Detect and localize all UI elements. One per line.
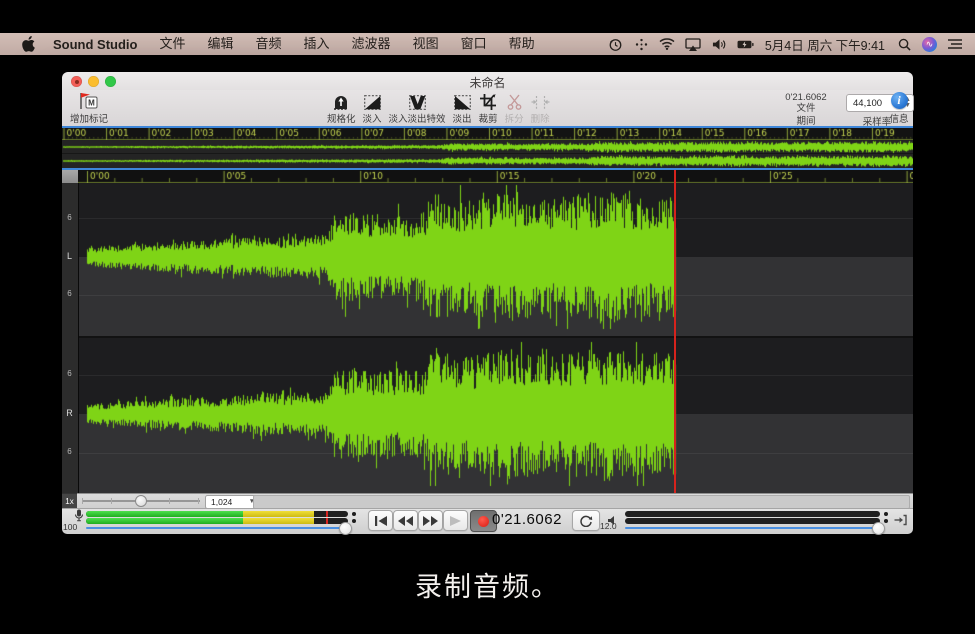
db-label: 6 bbox=[62, 447, 77, 456]
toolbar-button-label: 删除 bbox=[531, 111, 550, 125]
playhead[interactable] bbox=[674, 170, 676, 493]
go-to-end-icon[interactable] bbox=[894, 513, 907, 531]
waveform-editor[interactable] bbox=[78, 183, 913, 493]
input-volume-slider[interactable] bbox=[86, 527, 352, 530]
toolbar-button-label: 淡入淡出特效 bbox=[389, 111, 446, 125]
db-label: 6 bbox=[62, 213, 77, 222]
input-source-icon[interactable] bbox=[633, 36, 650, 52]
peak-led bbox=[352, 519, 356, 523]
output-volume-knob[interactable] bbox=[872, 522, 885, 535]
volume-icon[interactable] bbox=[711, 36, 728, 52]
toolbar-button-label: 规格化 bbox=[327, 111, 356, 125]
output-volume-slider[interactable] bbox=[625, 527, 883, 530]
wifi-icon[interactable] bbox=[659, 36, 676, 52]
overview-bottom-border bbox=[62, 168, 913, 170]
loop-button[interactable] bbox=[572, 510, 600, 531]
svg-text:M: M bbox=[88, 99, 95, 108]
sample-rate-value: 44,100 bbox=[853, 98, 882, 109]
output-level-meter bbox=[625, 511, 880, 517]
siri-icon[interactable]: ∿ bbox=[922, 37, 937, 52]
menu-item-1[interactable]: 编辑 bbox=[197, 33, 245, 55]
toolbar-button-3[interactable]: 淡出 bbox=[453, 91, 472, 125]
duration-field: 0'21.6062 文件 期间 bbox=[770, 92, 842, 127]
desktop: Sound Studio 文件编辑音频插入滤波器视图窗口帮助 5月4日 周六 下 bbox=[0, 0, 975, 634]
battery-charging-icon[interactable] bbox=[737, 36, 754, 52]
info-icon[interactable]: i bbox=[891, 92, 908, 109]
toolbar-button-label: 拆分 bbox=[505, 111, 524, 125]
menu-item-5[interactable]: 视图 bbox=[402, 33, 450, 55]
document-title: 未命名 bbox=[62, 74, 913, 91]
output-level-meter bbox=[625, 518, 880, 524]
input-level-meter bbox=[86, 518, 348, 524]
menu-bar: Sound Studio 文件编辑音频插入滤波器视图窗口帮助 5月4日 周六 下 bbox=[0, 33, 975, 55]
duration-unit: 文件 bbox=[770, 103, 842, 114]
fade-in-icon bbox=[364, 92, 381, 110]
overview-waveform-canvas bbox=[62, 140, 913, 168]
delete-icon bbox=[531, 92, 550, 110]
apple-menu-icon[interactable] bbox=[22, 36, 36, 52]
menu-item-0[interactable]: 文件 bbox=[148, 33, 196, 55]
menu-clock[interactable]: 5月4日 周六 下午9:41 bbox=[763, 35, 887, 54]
menu-item-4[interactable]: 滤波器 bbox=[341, 33, 402, 55]
toolbar-button-2[interactable]: 淡入淡出特效 bbox=[389, 91, 446, 125]
input-gain-value: 100 bbox=[63, 522, 77, 532]
info-field: i 信息 bbox=[884, 91, 914, 125]
peak-led bbox=[352, 512, 356, 516]
toolbar-button-0[interactable]: 规格化 bbox=[327, 91, 356, 125]
amplitude-gutter: 6 L 6 6 R 6 bbox=[62, 183, 79, 493]
add-marker-button[interactable]: M 增加标记 bbox=[70, 91, 108, 125]
overview-ruler-canvas bbox=[62, 127, 913, 140]
resolution-value: 1,024 bbox=[211, 497, 232, 507]
scale-indicator: 1x bbox=[62, 493, 77, 509]
channel-left-label: L bbox=[62, 251, 77, 261]
caption-text: 录制音频。 bbox=[0, 565, 975, 604]
toolbar-button-label: 淡入 bbox=[363, 111, 382, 125]
db-label: 6 bbox=[62, 369, 77, 378]
ruler-corner-cell bbox=[62, 170, 79, 183]
menu-item-3[interactable]: 插入 bbox=[293, 33, 341, 55]
time-ruler-canvas bbox=[78, 170, 913, 183]
toolbar-button-1[interactable]: 淡入 bbox=[363, 91, 382, 125]
overview-top-border bbox=[62, 126, 913, 128]
fade-out-icon bbox=[454, 92, 471, 110]
horizontal-scrollbar[interactable] bbox=[253, 495, 910, 509]
input-level-meter bbox=[86, 511, 348, 517]
menu-item-6[interactable]: 窗口 bbox=[450, 33, 498, 55]
airplay-icon[interactable] bbox=[685, 36, 702, 52]
toolbar-button-5: 拆分 bbox=[505, 91, 524, 125]
rewind-button[interactable] bbox=[393, 510, 418, 531]
fast-forward-button[interactable] bbox=[418, 510, 443, 531]
time-display: 0'21.6062 bbox=[492, 511, 572, 528]
toolbar-button-4[interactable]: 裁剪 bbox=[479, 91, 498, 125]
toolbar-button-label: 裁剪 bbox=[479, 111, 498, 125]
crossfade-icon bbox=[409, 92, 426, 110]
menu-app-name[interactable]: Sound Studio bbox=[42, 37, 148, 52]
go-to-start-button[interactable] bbox=[368, 510, 393, 531]
menu-item-7[interactable]: 帮助 bbox=[498, 33, 546, 55]
duration-value: 0'21.6062 bbox=[770, 92, 842, 103]
normalize-icon bbox=[332, 92, 350, 110]
time-machine-icon[interactable] bbox=[607, 36, 624, 52]
toolbar-button-6: 删除 bbox=[531, 91, 550, 125]
spotlight-icon[interactable] bbox=[896, 36, 913, 52]
add-marker-label: 增加标记 bbox=[70, 111, 108, 125]
play-button[interactable] bbox=[443, 510, 468, 531]
output-gain-value: 12.0 bbox=[600, 521, 617, 531]
toolbar-button-label: 淡出 bbox=[453, 111, 472, 125]
peak-led bbox=[884, 512, 888, 516]
input-volume-knob[interactable] bbox=[339, 522, 352, 535]
menu-item-2[interactable]: 音频 bbox=[245, 33, 293, 55]
peak-led bbox=[884, 519, 888, 523]
crop-icon bbox=[480, 92, 497, 110]
info-label: 信息 bbox=[884, 111, 914, 125]
channel-right-label: R bbox=[62, 408, 77, 418]
resolution-select[interactable]: 1,024 ▼ bbox=[205, 495, 259, 509]
zoom-slider-knob[interactable] bbox=[135, 495, 147, 507]
notification-center-icon[interactable] bbox=[946, 36, 963, 52]
marker-flag-icon: M bbox=[78, 92, 100, 110]
split-scissors-icon bbox=[507, 92, 522, 110]
toolbar-group: 规格化淡入淡入淡出特效淡出裁剪拆分删除 bbox=[327, 91, 550, 125]
db-label: 6 bbox=[62, 289, 77, 298]
